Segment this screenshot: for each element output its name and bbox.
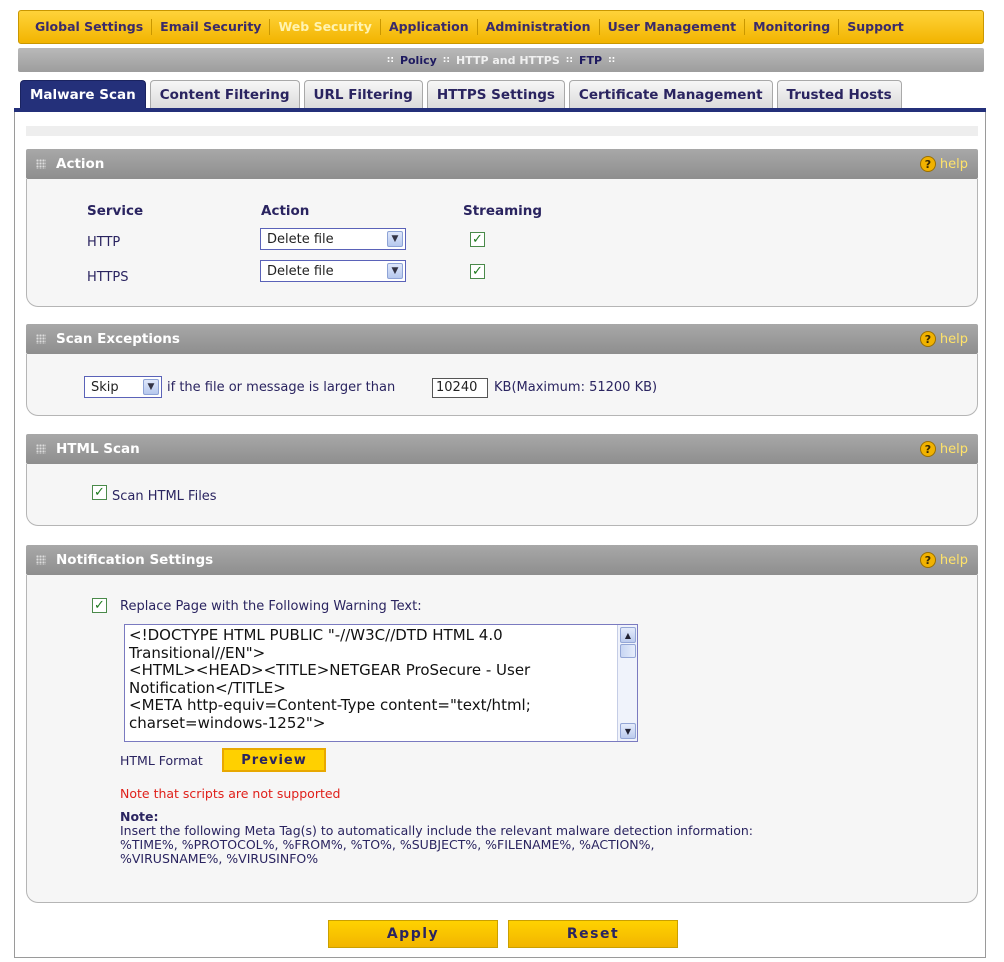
help-icon: ? bbox=[919, 331, 936, 347]
scroll-thumb[interactable] bbox=[620, 644, 636, 658]
scan-exception-mode-value: Skip bbox=[91, 379, 119, 395]
scan-exception-text-after: KB(Maximum: 51200 KB) bbox=[494, 380, 658, 395]
sub-navigation: :: Policy :: HTTP and HTTPS :: FTP :: bbox=[18, 48, 984, 72]
scripts-note: Note that scripts are not supported bbox=[120, 786, 341, 801]
html-scan-section-header: HTML Scan ? help bbox=[26, 434, 978, 464]
http-action-select[interactable]: Delete file ▼ bbox=[260, 228, 406, 250]
textarea-scrollbar[interactable]: ▲ ▼ bbox=[617, 625, 637, 741]
tab-malware-scan[interactable]: Malware Scan bbox=[20, 80, 146, 108]
chevron-down-icon: ▼ bbox=[387, 263, 403, 279]
html-format-label: HTML Format bbox=[120, 753, 203, 768]
http-action-value: Delete file bbox=[267, 231, 334, 247]
nav-support[interactable]: Support bbox=[839, 19, 912, 35]
service-label-http: HTTP bbox=[87, 235, 121, 250]
subnav-separator: :: bbox=[565, 55, 573, 65]
http-streaming-checkbox[interactable]: ✓ bbox=[470, 232, 485, 247]
scan-exceptions-section-header: Scan Exceptions ? help bbox=[26, 324, 978, 354]
replace-page-label: Replace Page with the Following Warning … bbox=[120, 599, 422, 614]
subnav-separator: :: bbox=[442, 55, 450, 65]
subnav-separator: :: bbox=[386, 55, 394, 65]
tab-url-filtering[interactable]: URL Filtering bbox=[303, 80, 423, 108]
nav-monitoring[interactable]: Monitoring bbox=[745, 19, 840, 35]
action-section-body bbox=[26, 179, 978, 307]
tab-certificate-management[interactable]: Certificate Management bbox=[568, 80, 773, 108]
subnav-ftp[interactable]: FTP bbox=[579, 54, 602, 67]
grip-icon bbox=[36, 444, 46, 454]
nav-administration[interactable]: Administration bbox=[478, 19, 600, 35]
help-label: help bbox=[939, 156, 968, 172]
scan-html-files-label: Scan HTML Files bbox=[112, 489, 217, 504]
reset-button[interactable]: Reset bbox=[508, 920, 678, 948]
warning-text-area[interactable]: <!DOCTYPE HTML PUBLIC "-//W3C//DTD HTML … bbox=[124, 624, 638, 742]
preview-button[interactable]: Preview bbox=[222, 748, 326, 772]
nav-user-management[interactable]: User Management bbox=[600, 19, 746, 35]
scan-exception-mode-select[interactable]: Skip ▼ bbox=[84, 376, 162, 398]
https-action-value: Delete file bbox=[267, 263, 334, 279]
nav-web-security[interactable]: Web Security bbox=[270, 19, 381, 35]
action-section-title: Action bbox=[56, 156, 105, 172]
column-header-action: Action bbox=[261, 203, 310, 219]
replace-page-checkbox[interactable]: ✓ bbox=[92, 598, 107, 613]
chevron-down-icon: ▼ bbox=[387, 231, 403, 247]
top-strip bbox=[26, 126, 978, 136]
note-line-3: %VIRUSNAME%, %VIRUSINFO% bbox=[120, 851, 319, 866]
nav-email-security[interactable]: Email Security bbox=[152, 19, 271, 35]
grip-icon bbox=[36, 159, 46, 169]
notification-help-link[interactable]: ? help bbox=[919, 552, 968, 568]
column-header-service: Service bbox=[87, 203, 144, 219]
tab-content-filtering[interactable]: Content Filtering bbox=[149, 80, 300, 108]
help-label: help bbox=[939, 331, 968, 347]
https-action-select[interactable]: Delete file ▼ bbox=[260, 260, 406, 282]
subnav-policy[interactable]: Policy bbox=[400, 54, 437, 67]
tab-trusted-hosts[interactable]: Trusted Hosts bbox=[776, 80, 902, 108]
scan-html-files-checkbox[interactable]: ✓ bbox=[92, 485, 107, 500]
max-size-input[interactable]: 10240 bbox=[432, 378, 488, 398]
grip-icon bbox=[36, 334, 46, 344]
column-header-streaming: Streaming bbox=[463, 203, 543, 219]
grip-icon bbox=[36, 555, 46, 565]
help-label: help bbox=[939, 552, 968, 568]
html-scan-help-link[interactable]: ? help bbox=[919, 441, 968, 457]
scan-exceptions-section-title: Scan Exceptions bbox=[56, 331, 180, 347]
nav-global-settings[interactable]: Global Settings bbox=[27, 19, 153, 35]
notification-section-header: Notification Settings ? help bbox=[26, 545, 978, 575]
action-section-header: Action ? help bbox=[26, 149, 978, 179]
tab-bar: Malware Scan Content Filtering URL Filte… bbox=[20, 80, 902, 108]
warning-text-content: <!DOCTYPE HTML PUBLIC "-//W3C//DTD HTML … bbox=[129, 626, 531, 732]
help-icon: ? bbox=[919, 441, 936, 457]
note-line-2: %TIME%, %PROTOCOL%, %FROM%, %TO%, %SUBJE… bbox=[120, 837, 655, 852]
action-help-link[interactable]: ? help bbox=[919, 156, 968, 172]
nav-application[interactable]: Application bbox=[381, 19, 478, 35]
tab-https-settings[interactable]: HTTPS Settings bbox=[426, 80, 565, 108]
scan-exceptions-help-link[interactable]: ? help bbox=[919, 331, 968, 347]
help-icon: ? bbox=[919, 552, 936, 568]
html-scan-section-title: HTML Scan bbox=[56, 441, 140, 457]
subnav-separator: :: bbox=[608, 55, 616, 65]
note-title: Note: bbox=[120, 809, 159, 824]
chevron-down-icon: ▼ bbox=[143, 379, 159, 395]
service-label-https: HTTPS bbox=[87, 270, 129, 285]
help-label: help bbox=[939, 441, 968, 457]
scan-exception-text-before: if the file or message is larger than bbox=[167, 380, 396, 395]
top-navigation: Global Settings Email Security Web Secur… bbox=[18, 10, 984, 44]
apply-button[interactable]: Apply bbox=[328, 920, 498, 948]
scroll-down-icon[interactable]: ▼ bbox=[620, 723, 636, 739]
notification-section-title: Notification Settings bbox=[56, 552, 214, 568]
https-streaming-checkbox[interactable]: ✓ bbox=[470, 264, 485, 279]
help-icon: ? bbox=[919, 156, 936, 172]
subnav-http-https[interactable]: HTTP and HTTPS bbox=[456, 54, 560, 67]
note-line-1: Insert the following Meta Tag(s) to auto… bbox=[120, 823, 754, 838]
scroll-up-icon[interactable]: ▲ bbox=[620, 627, 636, 643]
